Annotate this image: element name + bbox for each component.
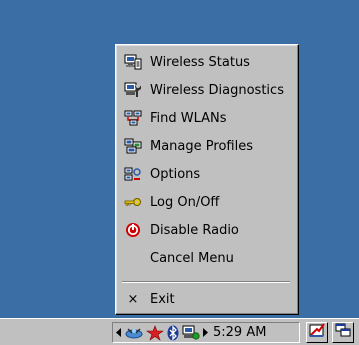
- wireless-status-icon: [124, 54, 142, 70]
- menu-item-label: Wireless Diagnostics: [150, 82, 284, 98]
- windows-switch-button[interactable]: [332, 322, 354, 343]
- find-wlans-icon: [124, 110, 142, 126]
- taskbar: 5:29 AM: [0, 318, 359, 345]
- menu-item-wireless-status[interactable]: Wireless Status: [119, 50, 295, 74]
- wireless-context-menu: Wireless Status Wireless Diagnostics Fin…: [115, 44, 299, 315]
- menu-item-cancel-menu[interactable]: Cancel Menu: [119, 246, 295, 270]
- clock[interactable]: 5:29 AM: [213, 325, 266, 340]
- menu-item-label: Log On/Off: [150, 194, 220, 210]
- power-off-icon: [124, 222, 142, 238]
- menu-item-label: Wireless Status: [150, 54, 250, 70]
- system-tray: 5:29 AM: [112, 322, 300, 343]
- menu-item-manage-profiles[interactable]: Manage Profiles: [119, 134, 295, 158]
- blank-icon-slot: [124, 250, 142, 266]
- key-icon: [124, 194, 142, 210]
- wireless-diagnostics-icon: [124, 82, 142, 98]
- wireless-tray-icon[interactable]: [181, 323, 201, 342]
- arrow-left-icon[interactable]: [115, 323, 123, 342]
- options-icon: [124, 166, 142, 182]
- manage-profiles-icon: [124, 138, 142, 154]
- menu-item-label: Manage Profiles: [150, 138, 253, 154]
- bluetooth-icon[interactable]: [165, 323, 181, 342]
- windows-switch-icon: [335, 323, 351, 342]
- arrow-right-icon[interactable]: [201, 323, 209, 342]
- menu-item-options[interactable]: Options: [119, 162, 295, 186]
- menu-item-label: Disable Radio: [150, 222, 239, 238]
- close-icon: ×: [127, 291, 139, 307]
- menu-item-label: Exit: [150, 291, 175, 307]
- menu-item-find-wlans[interactable]: Find WLANs: [119, 106, 295, 130]
- menu-item-log-on-off[interactable]: Log On/Off: [119, 190, 295, 214]
- menu-item-label: Cancel Menu: [150, 250, 234, 266]
- desktop-toggle-icon: [309, 323, 325, 342]
- red-star-icon[interactable]: [145, 323, 165, 342]
- menu-item-label: Options: [150, 166, 201, 182]
- menu-item-exit[interactable]: × Exit: [119, 287, 295, 311]
- network-icon[interactable]: [123, 323, 145, 342]
- menu-separator: [122, 281, 290, 283]
- menu-item-label: Find WLANs: [150, 110, 227, 126]
- desktop-toggle-button[interactable]: [306, 322, 328, 343]
- menu-item-wireless-diagnostics[interactable]: Wireless Diagnostics: [119, 78, 295, 102]
- menu-item-disable-radio[interactable]: Disable Radio: [119, 218, 295, 242]
